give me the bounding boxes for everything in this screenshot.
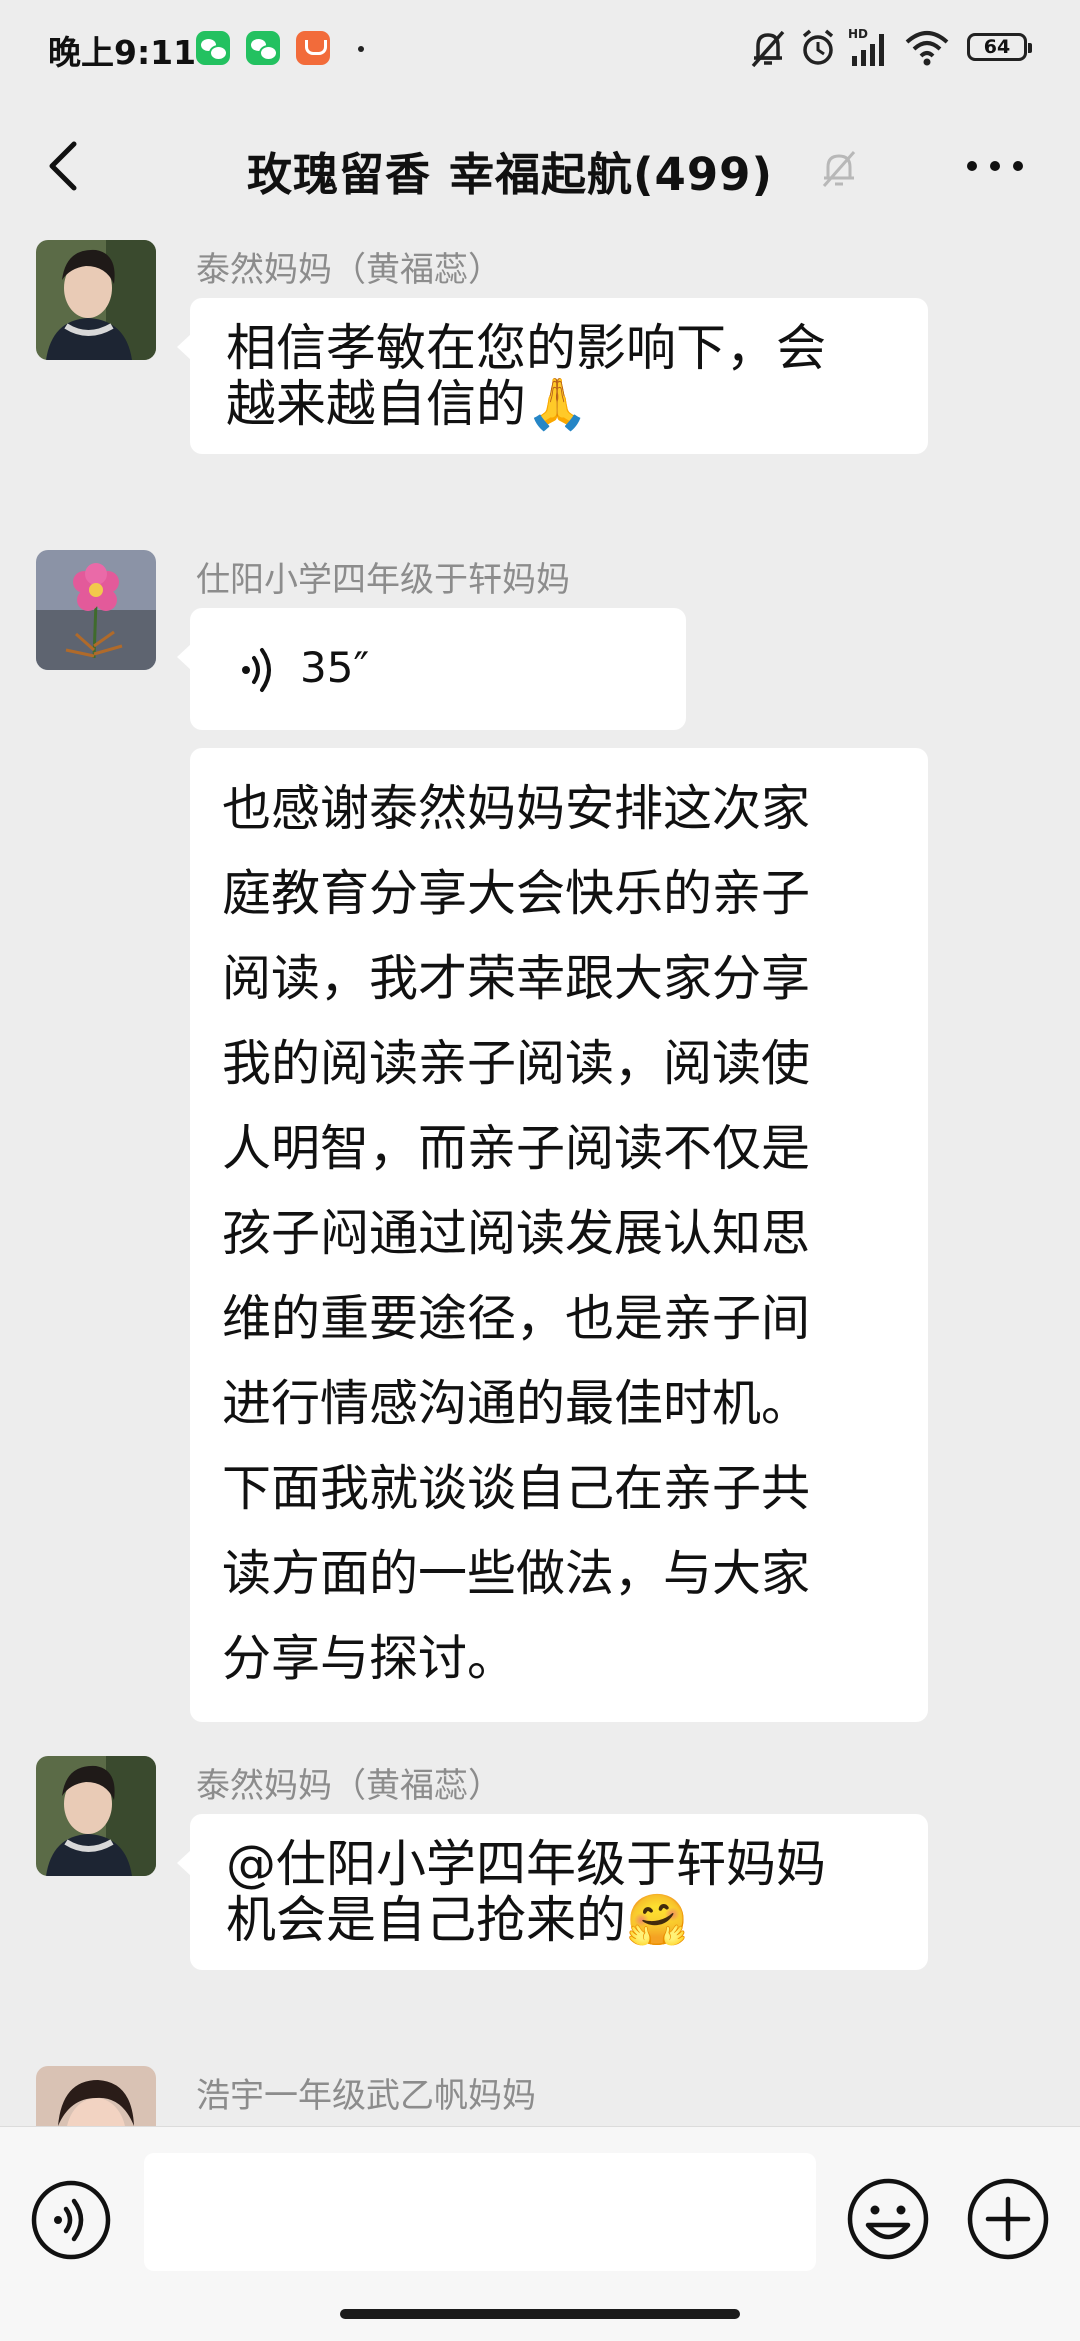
bell-muted-icon bbox=[822, 151, 856, 187]
battery-icon: 64 bbox=[967, 33, 1032, 61]
sender-name: 浩宇一年级武乙帆妈妈 bbox=[196, 2076, 536, 2116]
avatar-girl-image bbox=[36, 2066, 156, 2126]
home-indicator[interactable] bbox=[340, 2309, 740, 2319]
message-text-line: 机会是自己抢来的🤗 bbox=[226, 1891, 689, 1949]
status-time: 晚上9:11 bbox=[48, 33, 197, 72]
message-text-line: 庭教育分享大会快乐的亲子 bbox=[222, 865, 811, 922]
message-input[interactable] bbox=[144, 2153, 816, 2271]
message-bubble[interactable]: 相信孝敏在您的影响下，会 越来越自信的🙏 bbox=[177, 298, 928, 454]
message-text-line: 孩子闷通过阅读发展认知思 bbox=[222, 1205, 811, 1262]
alarm-icon bbox=[802, 29, 834, 65]
avatar[interactable] bbox=[36, 1756, 156, 1876]
avatar[interactable] bbox=[36, 240, 156, 360]
message-text-line: 相信孝敏在您的影响下，会 bbox=[226, 319, 826, 377]
message-text-line: 分享与探讨。 bbox=[222, 1630, 517, 1687]
message-text-line: 进行情感沟通的最佳时机。 bbox=[222, 1375, 811, 1432]
sender-name: 泰然妈妈（黄福蕊） bbox=[196, 1766, 502, 1806]
message-text-line: 我的阅读亲子阅读，阅读使 bbox=[222, 1035, 811, 1092]
wifi-icon bbox=[905, 31, 949, 66]
plus-icon[interactable] bbox=[966, 2177, 1050, 2261]
taobao-notification-icon bbox=[296, 31, 330, 65]
message-text-line: @仕阳小学四年级于轩妈妈 bbox=[226, 1835, 826, 1893]
message-text-line: 下面我就谈谈自己在亲子共 bbox=[222, 1460, 811, 1517]
message-text-line: 维的重要途径，也是亲子间 bbox=[222, 1290, 811, 1347]
voice-playback-icon bbox=[242, 648, 271, 692]
avatar[interactable] bbox=[36, 550, 156, 670]
message-bubble[interactable]: 也感谢泰然妈妈安排这次家 庭教育分享大会快乐的亲子 阅读，我才荣幸跟大家分享 我… bbox=[190, 748, 928, 1722]
hd-signal-icon: HD bbox=[848, 27, 884, 66]
message-text-line: 越来越自信的🙏 bbox=[226, 375, 589, 433]
emoji-icon[interactable] bbox=[846, 2177, 930, 2261]
chat-header: 玫瑰留香 幸福起航(499) bbox=[0, 96, 1080, 240]
more-dots-icon[interactable] bbox=[960, 144, 1030, 188]
wechat-notification-icon bbox=[246, 31, 280, 65]
voice-input-icon[interactable] bbox=[30, 2179, 112, 2261]
avatar-woman-image bbox=[36, 240, 156, 360]
svg-text:HD: HD bbox=[848, 27, 868, 41]
chat-message-list[interactable]: 泰然妈妈（黄福蕊） 相信孝敏在您的影响下，会 越来越自信的🙏 仕阳小学四年级于轩… bbox=[0, 240, 1080, 2126]
avatar-flower-image bbox=[36, 550, 156, 670]
message-text-line: 人明智，而亲子阅读不仅是 bbox=[222, 1120, 811, 1177]
message-bubble[interactable]: @仕阳小学四年级于轩妈妈 机会是自己抢来的🤗 bbox=[177, 1814, 928, 1970]
status-bar: 晚上9:11 HD 64 bbox=[0, 0, 1080, 96]
group-name-part2: 幸福起航(499) bbox=[448, 148, 774, 201]
dot-icon bbox=[358, 46, 364, 52]
avatar[interactable] bbox=[36, 2066, 156, 2126]
mute-icon bbox=[751, 30, 785, 68]
input-bar bbox=[0, 2126, 1080, 2341]
group-name-part1: 玫瑰留香 bbox=[246, 148, 431, 201]
sender-name: 仕阳小学四年级于轩妈妈 bbox=[196, 560, 570, 600]
voice-duration: 35″ bbox=[300, 643, 370, 692]
voice-message-bubble[interactable]: 35″ bbox=[177, 608, 686, 730]
avatar-woman-image bbox=[36, 1756, 156, 1876]
message-text-line: 读方面的一些做法，与大家 bbox=[222, 1545, 811, 1602]
sender-name: 泰然妈妈（黄福蕊） bbox=[196, 250, 502, 290]
chat-title: 玫瑰留香 幸福起航(499) bbox=[0, 138, 1080, 203]
message-text-line: 也感谢泰然妈妈安排这次家 bbox=[222, 780, 811, 837]
wechat-notification-icon bbox=[196, 31, 230, 65]
message-text-line: 阅读，我才荣幸跟大家分享 bbox=[222, 950, 811, 1007]
